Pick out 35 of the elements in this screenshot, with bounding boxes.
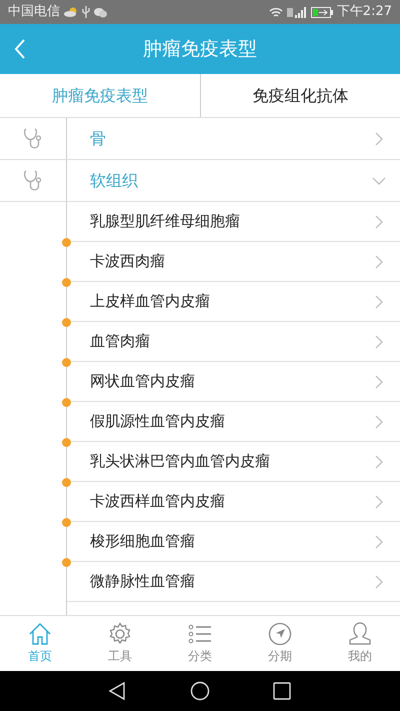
signal-icon	[286, 6, 307, 18]
recents-icon[interactable]	[272, 681, 292, 701]
subcategory-row[interactable]: 乳腺型肌纤维母细胞瘤	[67, 202, 400, 242]
timeline-dot	[62, 478, 71, 487]
wifi-icon	[268, 6, 283, 18]
list-icon	[188, 622, 212, 646]
subcategory-row[interactable]: 微静脉性血管瘤	[67, 562, 400, 602]
page-title: 肿瘤免疫表型	[143, 38, 257, 60]
weather-icon	[64, 7, 78, 17]
timeline-dot	[62, 238, 71, 247]
usb-icon	[82, 6, 90, 18]
battery-icon	[310, 6, 333, 18]
timeline-dot	[62, 318, 71, 327]
subcategory-row[interactable]: 卡波西肉瘤	[67, 242, 400, 282]
chat-icon	[94, 6, 107, 18]
subcategory-row[interactable]: 网状血管内皮瘤	[67, 362, 400, 402]
gear-icon	[108, 622, 132, 646]
timeline-dot	[62, 558, 71, 567]
home-icon	[28, 622, 52, 646]
timeline-dot	[62, 358, 71, 367]
subcategory-row[interactable]: 上皮样血管内皮瘤	[67, 282, 400, 322]
clock-time: 下午2:27	[336, 3, 392, 22]
timeline-dot	[62, 518, 71, 527]
carrier-name: 中国电信	[8, 3, 60, 22]
subcategory-row[interactable]: 假肌源性血管内皮瘤	[67, 402, 400, 442]
subcategory-row[interactable]: 梭形细胞血管瘤	[67, 522, 400, 562]
subcategory-row[interactable]: 血管肉瘤	[67, 322, 400, 362]
timeline-dot	[62, 438, 71, 447]
timeline-dot	[62, 398, 71, 407]
subcategory-row[interactable]: 乳头状淋巴管内血管内皮瘤	[67, 442, 400, 482]
home-circle-icon[interactable]	[190, 681, 210, 701]
subcategory-row[interactable]: 卡波西样血管内皮瘤	[67, 482, 400, 522]
compass-icon	[268, 622, 292, 646]
timeline-dot	[62, 278, 71, 287]
user-icon	[348, 622, 372, 646]
